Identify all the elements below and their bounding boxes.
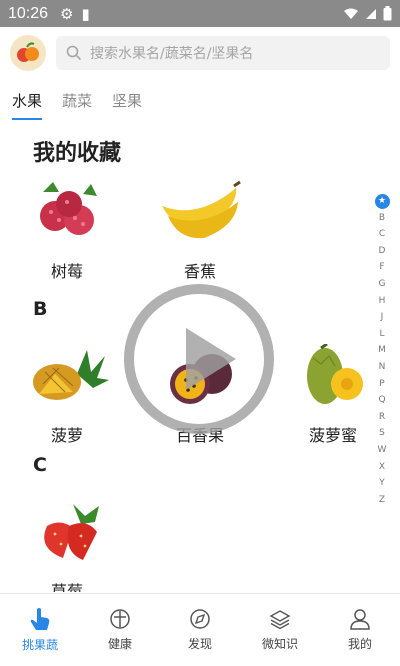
nav-label: 挑果蔬 bbox=[21, 638, 58, 652]
favorites-star-icon[interactable]: ★ bbox=[374, 193, 390, 209]
fruit-item-strawberry[interactable]: 草莓 bbox=[17, 500, 117, 592]
index-letter[interactable]: Y bbox=[374, 475, 390, 492]
search-placeholder: 搜索水果名/蔬菜名/坚果名 bbox=[90, 46, 254, 62]
nav-label: 微知识 bbox=[261, 637, 298, 651]
index-letter[interactable]: C bbox=[374, 226, 390, 243]
index-letter[interactable]: Z bbox=[374, 492, 390, 509]
sd-card-icon: ▮ bbox=[81, 4, 90, 23]
fruit-logo-icon bbox=[17, 42, 39, 62]
app-header: 搜索水果名/蔬菜名/坚果名 bbox=[0, 27, 400, 79]
fruit-item-banana[interactable]: 香蕉 bbox=[150, 180, 250, 282]
index-letter[interactable]: J bbox=[374, 309, 390, 326]
favorites-heading: 我的收藏 bbox=[33, 141, 122, 166]
nav-label: 健康 bbox=[107, 637, 132, 651]
video-play-button[interactable] bbox=[124, 284, 274, 434]
index-letter[interactable]: P bbox=[374, 376, 390, 393]
fruit-name: 草莓 bbox=[50, 582, 83, 592]
app-logo[interactable] bbox=[10, 35, 46, 71]
fruit-name: 菠萝蜜 bbox=[308, 426, 357, 445]
index-letter[interactable]: N bbox=[374, 359, 390, 376]
search-icon bbox=[66, 45, 82, 61]
bottom-navigation: 挑果蔬 健康 发现 微知识 我的 bbox=[0, 593, 400, 666]
user-icon bbox=[350, 609, 370, 630]
index-letter[interactable]: B bbox=[374, 210, 390, 227]
status-time: 10:26 bbox=[8, 4, 49, 22]
index-letter[interactable]: F bbox=[374, 259, 390, 276]
jackfruit-image bbox=[307, 342, 363, 404]
fruit-item-pineapple[interactable]: 菠萝 bbox=[17, 344, 117, 446]
index-letter[interactable]: H bbox=[374, 293, 390, 310]
strawberry-image bbox=[44, 504, 99, 560]
nav-item-discover[interactable]: 发现 bbox=[160, 594, 240, 666]
battery-icon bbox=[383, 6, 392, 21]
fruit-name: 菠萝 bbox=[50, 426, 83, 445]
nav-label: 发现 bbox=[187, 637, 212, 651]
index-letter[interactable]: G bbox=[374, 276, 390, 293]
wifi-icon bbox=[344, 8, 358, 19]
fruit-name: 香蕉 bbox=[183, 262, 216, 281]
nav-label: 我的 bbox=[347, 637, 372, 651]
settings-gear-icon: ⚙ bbox=[60, 4, 74, 23]
search-input[interactable]: 搜索水果名/蔬菜名/坚果名 bbox=[56, 36, 390, 70]
status-bar: 10:26 ⚙ ▮ bbox=[0, 0, 400, 27]
layers-icon bbox=[269, 610, 291, 630]
hand-pointer-icon bbox=[30, 608, 50, 630]
nav-item-pick-produce[interactable]: 挑果蔬 bbox=[0, 594, 80, 666]
fruit-item-jackfruit[interactable]: 菠萝蜜 bbox=[283, 342, 383, 446]
fruit-item-raspberry[interactable]: 树莓 bbox=[17, 180, 117, 282]
section-letter-b: B bbox=[33, 298, 48, 320]
tab-vegetable[interactable]: 蔬菜 bbox=[62, 84, 92, 120]
index-letter[interactable]: D bbox=[374, 243, 390, 260]
index-letter[interactable]: R bbox=[374, 409, 390, 426]
index-letter[interactable]: L bbox=[374, 326, 390, 343]
section-letter-c: C bbox=[33, 454, 47, 476]
banana-image bbox=[162, 180, 241, 239]
nav-item-health[interactable]: 健康 bbox=[80, 594, 160, 666]
index-letter[interactable]: S bbox=[374, 425, 390, 442]
signal-icon bbox=[366, 8, 376, 19]
health-icon bbox=[110, 609, 130, 629]
nav-item-mine[interactable]: 我的 bbox=[320, 594, 400, 666]
index-letter[interactable]: M bbox=[374, 342, 390, 359]
tab-nut[interactable]: 坚果 bbox=[112, 84, 142, 120]
category-tabs: 水果 蔬菜 坚果 bbox=[0, 84, 400, 120]
pineapple-image bbox=[33, 350, 109, 400]
raspberry-image bbox=[40, 182, 97, 235]
index-letter[interactable]: W bbox=[374, 442, 390, 459]
tab-fruit[interactable]: 水果 bbox=[12, 84, 43, 120]
index-letter[interactable]: Q bbox=[374, 392, 390, 409]
play-icon bbox=[186, 328, 236, 390]
index-letter[interactable]: X bbox=[374, 459, 390, 476]
fruit-name: 树莓 bbox=[50, 262, 83, 281]
status-right bbox=[343, 6, 392, 21]
alphabet-index[interactable]: ★ B C D F G H J L M N P Q R S W X Y Z bbox=[374, 193, 390, 508]
compass-icon bbox=[190, 609, 210, 629]
nav-item-knowledge[interactable]: 微知识 bbox=[240, 594, 320, 666]
